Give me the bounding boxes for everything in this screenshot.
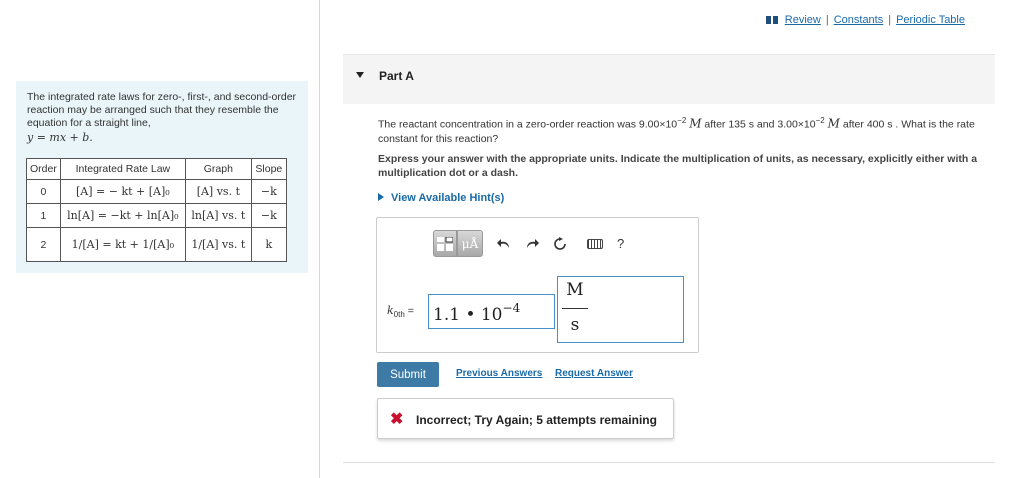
reset-icon[interactable]: [553, 236, 567, 251]
request-answer-link[interactable]: Request Answer: [555, 368, 633, 379]
row-graph: 1/[A] vs. t: [184, 227, 252, 262]
question-segment: after 135 s and 3.00×10: [701, 118, 816, 131]
previous-answers-link[interactable]: Previous Answers: [456, 368, 542, 379]
hint-label: View Available Hint(s): [391, 192, 505, 204]
question-text: The reactant concentration in a zero-ord…: [378, 114, 990, 146]
constants-link[interactable]: Constants: [834, 14, 884, 26]
header-order: Order: [26, 158, 61, 180]
header-law: Integrated Rate Law: [59, 158, 186, 180]
unit-input[interactable]: M s: [557, 276, 684, 343]
row-law: ln[A] = −kt + ln[A]₀: [59, 203, 186, 228]
info-intro: The integrated rate laws for zero-, firs…: [27, 91, 297, 129]
expand-arrow-icon: [378, 193, 384, 201]
answer-box: μÅ ? k0th = 1.1 • 10−4 M s: [376, 217, 699, 353]
table-row: 0 [A] = − kt + [A]₀ [A] vs. t −k: [26, 179, 287, 204]
incorrect-icon: ✖: [390, 411, 404, 428]
redo-icon[interactable]: [525, 238, 539, 250]
line-equation: y = mx + b.: [27, 131, 93, 144]
review-link[interactable]: Review: [785, 14, 821, 26]
row-slope: −k: [250, 203, 287, 228]
question-unit: M: [689, 116, 702, 131]
row-slope: −k: [250, 179, 287, 204]
row-order: 0: [26, 179, 61, 204]
part-header[interactable]: Part A: [343, 54, 995, 104]
value-input[interactable]: 1.1 • 10−4: [428, 294, 555, 329]
separator: |: [825, 14, 829, 26]
collapse-triangle-icon[interactable]: [356, 72, 364, 78]
table-row: 1 ln[A] = −kt + ln[A]₀ ln[A] vs. t −k: [26, 203, 287, 228]
unit-numerator: M: [566, 280, 584, 300]
submit-button[interactable]: Submit: [377, 362, 439, 387]
row-law: [A] = − kt + [A]₀: [59, 179, 186, 204]
undo-icon[interactable]: [497, 238, 511, 250]
row-graph: [A] vs. t: [184, 179, 252, 204]
value-base: 1.1 • 10: [433, 305, 503, 325]
book-icon: [765, 16, 778, 24]
question-exponent: −2: [815, 116, 825, 125]
header-slope: Slope: [250, 158, 287, 180]
question-segment: The reactant concentration in a zero-ord…: [378, 118, 678, 131]
table-header-row: Order Integrated Rate Law Graph Slope: [26, 158, 287, 180]
row-order: 1: [26, 203, 61, 228]
answer-subscript: 0th: [393, 310, 405, 320]
part-title: Part A: [379, 69, 414, 83]
info-panel: The integrated rate laws for zero-, firs…: [16, 81, 308, 273]
keyboard-icon[interactable]: [587, 238, 603, 249]
units-button[interactable]: μÅ: [457, 230, 483, 257]
top-links: Review | Constants | Periodic Table: [765, 14, 965, 26]
panel-divider: [319, 0, 320, 478]
fraction-bar: [562, 308, 588, 309]
question-exponent: −2: [677, 116, 687, 125]
view-hints-link[interactable]: View Available Hint(s): [378, 192, 504, 204]
row-law: 1/[A] = kt + 1/[A]₀: [59, 227, 186, 262]
periodic-table-link[interactable]: Periodic Table: [896, 14, 965, 26]
value-exponent: −4: [502, 301, 521, 315]
answer-toolbar: μÅ ?: [433, 230, 624, 257]
help-icon[interactable]: ?: [617, 236, 624, 251]
unit-denominator: s: [570, 315, 580, 335]
question-unit: M: [827, 116, 840, 131]
table-row: 2 1/[A] = kt + 1/[A]₀ 1/[A] vs. t k: [26, 227, 287, 262]
matrix-template-icon: [437, 236, 453, 251]
feedback-message: Incorrect; Try Again; 5 attempts remaini…: [416, 413, 657, 427]
row-graph: ln[A] vs. t: [184, 203, 252, 228]
row-order: 2: [26, 227, 61, 262]
feedback-box: ✖ Incorrect; Try Again; 5 attempts remai…: [377, 398, 674, 439]
row-slope: k: [250, 227, 287, 262]
template-button[interactable]: [433, 230, 457, 257]
header-graph: Graph: [184, 158, 252, 180]
bottom-divider: [343, 462, 995, 463]
answer-label: k0th =: [387, 304, 414, 319]
answer-variable: k: [387, 304, 394, 317]
separator: |: [888, 14, 892, 26]
rate-law-table: Order Integrated Rate Law Graph Slope 0 …: [26, 158, 287, 262]
instruction-text: Express your answer with the appropriate…: [378, 153, 978, 179]
answer-equals: =: [407, 305, 414, 317]
